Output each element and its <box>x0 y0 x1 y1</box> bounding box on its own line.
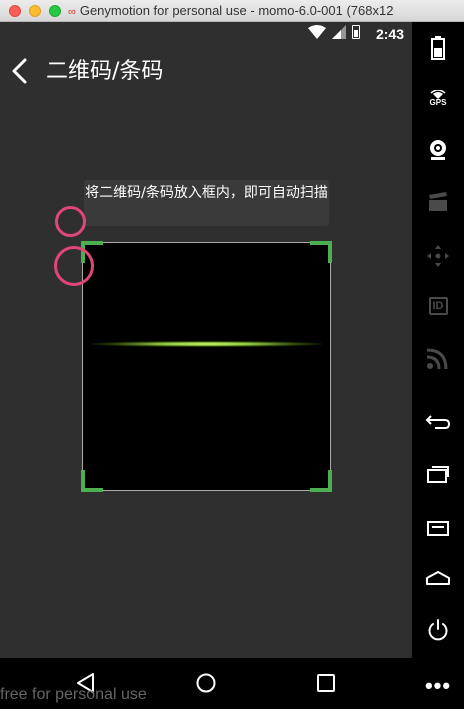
scan-hint: 将二维码/条码放入框内，即可自动扫描 <box>84 180 329 226</box>
side-more-button[interactable]: ••• <box>420 668 456 704</box>
network-widget-button[interactable] <box>420 340 456 376</box>
side-back-button[interactable] <box>420 404 456 440</box>
status-bar: 2:43 <box>0 22 412 46</box>
side-home-button[interactable] <box>420 560 456 596</box>
device-id-widget-button[interactable]: ID <box>420 288 456 324</box>
genymotion-sidebar: GPS ID ••• <box>412 22 464 709</box>
gps-widget-button[interactable]: GPS <box>420 80 456 116</box>
battery-widget-button[interactable] <box>420 30 456 66</box>
dpad-icon <box>427 245 449 267</box>
window-titlebar: ∞ Genymotion for personal use - momo-6.0-… <box>0 0 464 22</box>
webcam-icon <box>430 140 446 160</box>
touch-indicator <box>54 246 94 286</box>
page-title: 二维码/条码 <box>46 59 164 84</box>
side-power-button[interactable] <box>420 612 456 648</box>
wifi-icon <box>308 25 326 39</box>
home-icon <box>426 571 450 585</box>
touch-indicator <box>55 206 86 237</box>
more-icon: ••• <box>424 673 452 698</box>
viewfinder-corner-top-right <box>310 241 332 263</box>
scan-viewfinder <box>81 241 332 492</box>
nav-home-icon[interactable] <box>193 670 219 696</box>
side-menu-button[interactable] <box>420 510 456 546</box>
capture-widget-button[interactable] <box>420 184 456 220</box>
scan-laser-line <box>91 341 322 347</box>
genymotion-logo-icon: ∞ <box>68 6 76 18</box>
battery-icon <box>352 25 360 39</box>
back-icon <box>425 415 451 429</box>
gps-label: GPS <box>429 97 447 107</box>
window-close-button[interactable] <box>9 5 21 17</box>
recents-icon <box>427 466 449 483</box>
app-bar: 二维码/条码 <box>0 46 412 98</box>
signal-icon <box>332 25 346 39</box>
window-maximize-button[interactable] <box>49 5 61 17</box>
rss-icon <box>427 348 448 369</box>
android-screen: 2:43 二维码/条码 将二维码/条码放入框内，即可自动扫描 <box>0 22 412 658</box>
window-title: ∞ Genymotion for personal use - momo-6.0-… <box>68 3 464 19</box>
nav-recents-icon[interactable] <box>313 670 339 696</box>
battery-icon <box>431 36 445 60</box>
webcam-widget-button[interactable] <box>420 132 456 168</box>
side-recents-button[interactable] <box>420 456 456 492</box>
power-icon <box>428 619 448 641</box>
back-arrow-icon[interactable] <box>6 56 36 86</box>
viewfinder-corner-bottom-left <box>81 470 103 492</box>
window-title-text: Genymotion for personal use - momo-6.0-0… <box>79 3 394 18</box>
status-time: 2:43 <box>375 26 404 42</box>
watermark-text: free for personal use <box>0 686 147 703</box>
id-icon: ID <box>428 297 448 315</box>
dpad-widget-button[interactable] <box>420 238 456 274</box>
window-minimize-button[interactable] <box>29 5 41 17</box>
menu-icon <box>427 521 449 536</box>
gps-icon: GPS <box>429 89 447 107</box>
viewfinder-corner-bottom-right <box>310 470 332 492</box>
clapperboard-icon <box>429 192 447 211</box>
